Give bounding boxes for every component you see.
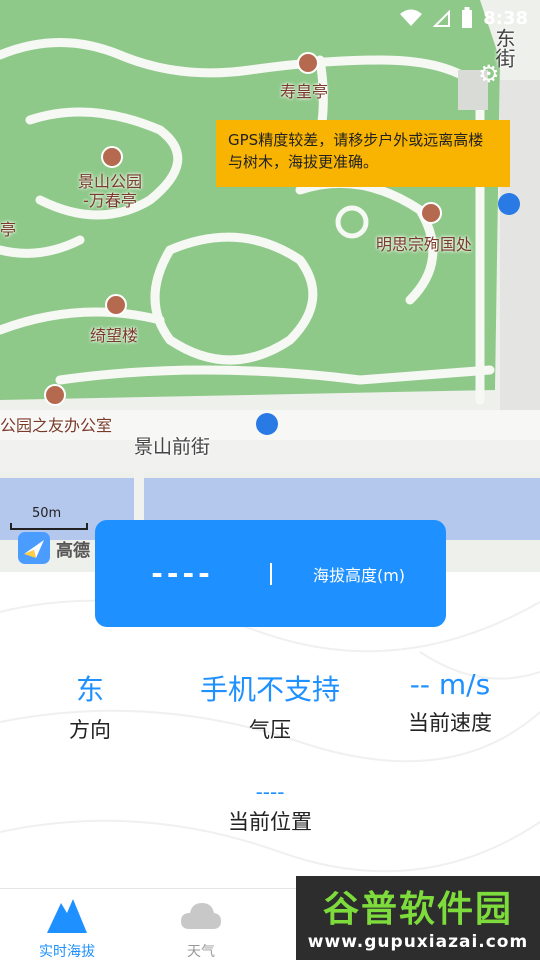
map-provider: 高德 — [18, 532, 90, 564]
altitude-card: ---- 海拔高度(m) — [95, 520, 446, 627]
altitude-value: ---- — [151, 557, 214, 590]
stat-speed: -- m/s 当前速度 — [380, 668, 520, 737]
road-label-jingshan: 景山前街 — [134, 436, 211, 458]
scale-bar — [10, 523, 88, 530]
poi-pin-icon[interactable] — [44, 384, 66, 406]
watermark-url: www.gupuxiazai.com — [307, 932, 529, 952]
location-label: 当前位置 — [228, 810, 312, 834]
wifi-icon — [400, 9, 423, 26]
location-value: ---- — [255, 780, 285, 804]
watermark: 谷普软件园 www.gupuxiazai.com — [296, 876, 540, 960]
status-bar: 8:38 — [399, 0, 540, 36]
poi-label-office[interactable]: 公园之友办公室 — [0, 412, 112, 436]
watermark-brand: 谷普软件园 — [322, 888, 513, 930]
altitude-label: 海拔高度(m) — [312, 565, 406, 585]
scale-label: 50m — [32, 506, 62, 521]
poi-label-wanchun[interactable]: 景山公园 -万春亭 — [78, 172, 142, 210]
mountain-icon — [47, 899, 87, 933]
stat-pressure: 手机不支持 气压 — [180, 668, 360, 744]
direction-label: 方向 — [69, 718, 111, 742]
amap-logo-icon — [18, 532, 50, 564]
map-base — [0, 0, 540, 572]
direction-value: 东 — [75, 673, 104, 706]
gear-icon[interactable]: ⚙ — [478, 60, 500, 88]
tab-realtime-altitude[interactable]: 实时海拔 — [22, 889, 112, 961]
poi-label-left[interactable]: 亭 — [0, 216, 16, 240]
poi-pin-icon[interactable] — [420, 202, 442, 224]
map-view[interactable]: 寿皇亭 景山公园 -万春亭 亭 明思宗殉国处 绮望楼 公园之友办公室 景山前街 … — [0, 0, 540, 572]
provider-label: 高德 — [56, 540, 90, 561]
poi-pin-icon[interactable] — [105, 294, 127, 316]
cloud-icon — [181, 903, 221, 929]
pressure-value: 手机不支持 — [199, 673, 340, 706]
pressure-label: 气压 — [249, 718, 291, 742]
map-scale: 50m — [10, 506, 88, 530]
speed-value: -- m/s — [409, 668, 491, 701]
gps-accuracy-tip: GPS精度较差，请移步户外或远离高楼与树木，海拔更准确。 — [216, 120, 510, 187]
speed-label: 当前速度 — [408, 711, 492, 735]
tab-label: 天气 — [187, 944, 215, 960]
poi-label-mingsi[interactable]: 明思宗殉国处 — [376, 231, 472, 255]
stat-direction: 东 方向 — [40, 668, 140, 744]
battery-icon — [462, 7, 473, 28]
stat-location: ---- 当前位置 — [190, 780, 350, 836]
tab-weather[interactable]: 天气 — [156, 889, 246, 961]
status-time: 8:38 — [483, 7, 528, 29]
poi-label-shouhuang[interactable]: 寿皇亭 — [280, 78, 328, 102]
poi-label-qiwang[interactable]: 绮望楼 — [90, 322, 138, 346]
poi-pin-icon[interactable] — [297, 52, 319, 74]
signal-icon — [433, 9, 451, 27]
tab-label: 实时海拔 — [39, 944, 95, 960]
poi-pin-icon[interactable] — [101, 146, 123, 168]
